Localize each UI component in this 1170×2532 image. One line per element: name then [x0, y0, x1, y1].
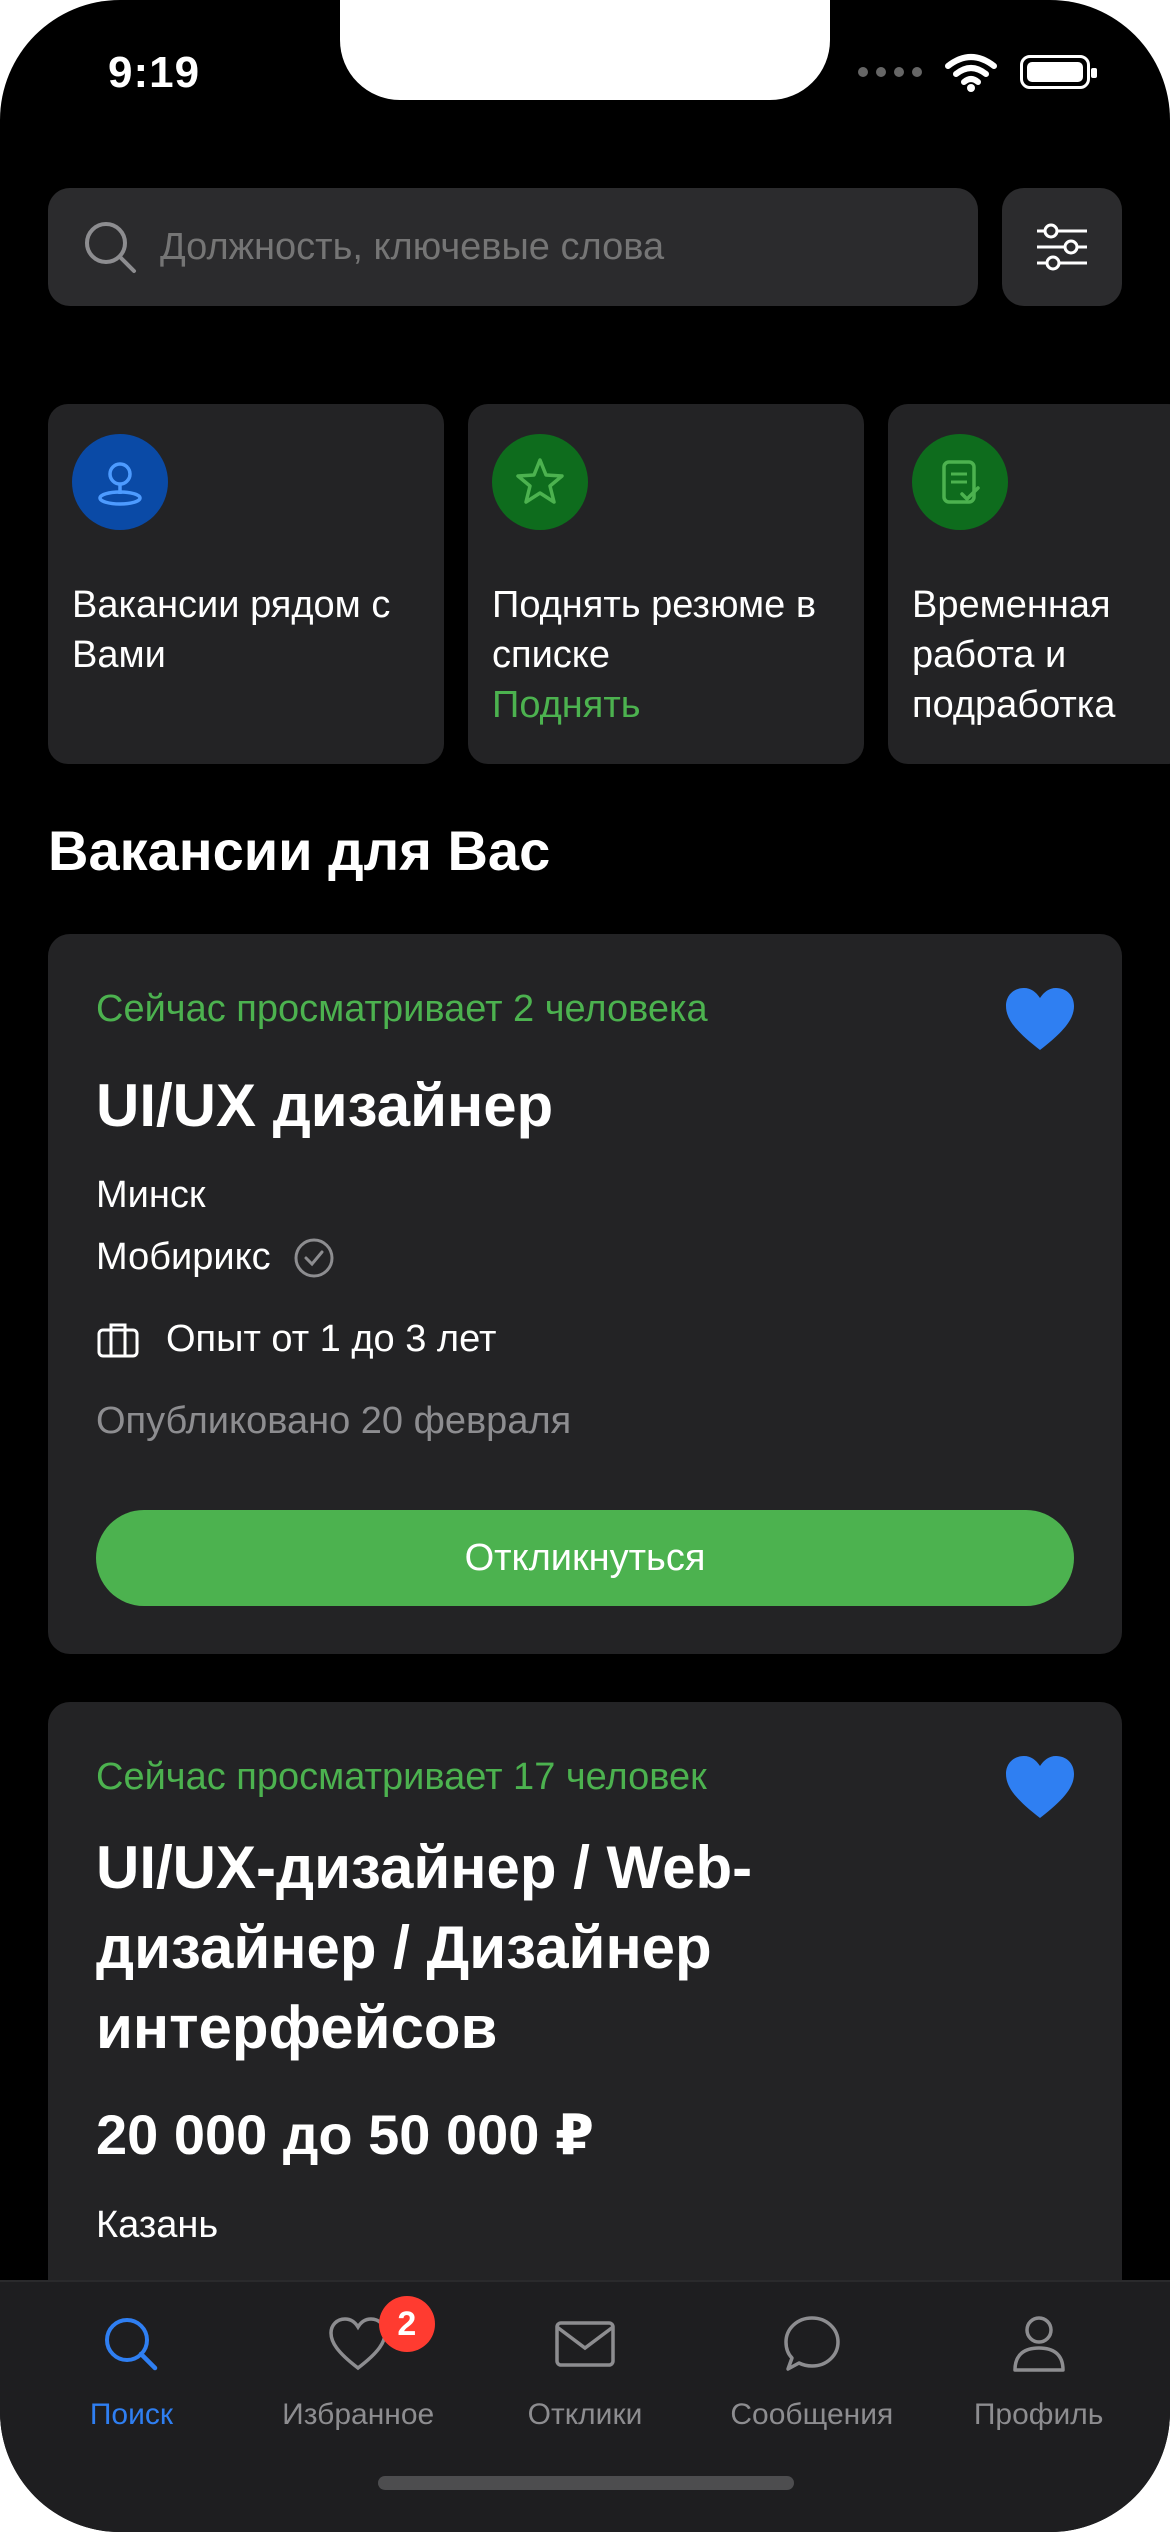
apply-button[interactable]: Откликнуться	[96, 1510, 1074, 1606]
status-indicators	[858, 52, 1097, 92]
published-date: Опубликовано 20 февраля	[96, 1400, 572, 1442]
heart-icon[interactable]	[1004, 1754, 1076, 1822]
status-time: 9:19	[108, 48, 201, 97]
tab-favorites[interactable]: 2 Избранное	[245, 2282, 472, 2462]
filter-sliders-icon	[1037, 223, 1087, 271]
star-icon	[516, 458, 564, 504]
tab-label: Поиск	[89, 2398, 173, 2431]
experience-text: Опыт от 1 до 3 лет	[166, 1318, 497, 1360]
viewers-count: Сейчас просматривает 2 человека	[96, 988, 708, 1030]
section-title: Вакансии для Вас	[48, 819, 551, 882]
tab-responses[interactable]: Отклики	[472, 2282, 699, 2462]
vacancy-title-line: UI/UX-дизайнер / Web-	[96, 1834, 753, 1901]
favorites-badge: 2	[378, 2296, 435, 2352]
chat-bubble-icon	[784, 2316, 840, 2371]
notch	[340, 0, 830, 100]
tab-label: Избранное	[282, 2398, 435, 2431]
tab-search[interactable]: Поиск	[18, 2282, 245, 2462]
vacancy-experience: Опыт от 1 до 3 лет	[96, 1318, 496, 1361]
battery-icon	[1020, 55, 1097, 89]
tab-profile[interactable]: Профиль	[925, 2282, 1152, 2462]
filter-button[interactable]	[1002, 188, 1122, 306]
company-name: Мобирикс	[96, 1236, 271, 1278]
vacancy-title: UI/UX-дизайнер / Web- дизайнер / Дизайне…	[96, 1828, 752, 2068]
document-check-icon	[942, 460, 980, 504]
home-indicator[interactable]	[378, 2476, 794, 2490]
wifi-icon	[945, 54, 997, 92]
heart-icon[interactable]	[1004, 986, 1076, 1054]
tab-messages[interactable]: Сообщения	[698, 2282, 925, 2462]
badge-document	[912, 434, 1008, 530]
signal-icon	[858, 67, 922, 77]
quick-card-title: Вакансии рядом с Вами	[72, 584, 391, 676]
quick-card-title-text: Поднять резюме в списке	[492, 584, 817, 676]
vacancy-company: Мобирикс	[96, 1236, 335, 1279]
search-icon	[105, 2318, 158, 2371]
search-bar[interactable]	[48, 188, 978, 306]
tab-bar: Поиск 2 Избранное Отклики Сообщения Проф…	[0, 2280, 1170, 2532]
quick-card-nearby[interactable]: Вакансии рядом с Вами	[48, 404, 444, 764]
vacancy-title-line: дизайнер / Дизайнер	[96, 1914, 712, 1981]
quick-card-title: Поднять резюме в списке Поднять	[492, 580, 852, 730]
quick-card-temporary[interactable]: Временная работа и подработка	[888, 404, 1170, 764]
tab-label: Сообщения	[730, 2398, 894, 2431]
vacancy-title: UI/UX дизайнер	[96, 1072, 554, 1139]
quick-card-title: Временная работа и подработка	[912, 584, 1116, 726]
viewers-count: Сейчас просматривает 17 человек	[96, 1756, 707, 1798]
vacancy-title-line: интерфейсов	[96, 1994, 498, 2061]
phone-screen: 9:19 Должность, ключевые слова Вакансии …	[0, 0, 1170, 2532]
tab-label: Профиль	[973, 2398, 1104, 2431]
quick-card-boost[interactable]: Поднять резюме в списке Поднять	[468, 404, 864, 764]
envelope-icon	[555, 2321, 615, 2367]
location-pin-icon	[98, 462, 142, 506]
vacancy-card[interactable]: Сейчас просматривает 17 человек UI/UX-ди…	[48, 1702, 1122, 2342]
vacancy-city: Казань	[96, 2204, 219, 2246]
vacancy-salary: 20 000 до 50 000 ₽	[96, 2103, 594, 2166]
briefcase-icon	[97, 1323, 139, 1357]
person-icon	[1012, 2316, 1065, 2372]
badge-star	[492, 434, 588, 530]
badge-location	[72, 434, 168, 530]
tab-label: Отклики	[527, 2398, 643, 2431]
vacancy-city: Минск	[96, 1174, 206, 1216]
vacancy-card[interactable]: Сейчас просматривает 2 человека UI/UX ди…	[48, 934, 1122, 1654]
quick-actions-row: Вакансии рядом с Вами Поднять резюме в с…	[48, 404, 1170, 764]
boost-link[interactable]: Поднять	[492, 680, 852, 730]
verified-check-icon	[294, 1238, 334, 1277]
search-input[interactable]	[160, 225, 978, 269]
search-icon	[85, 222, 136, 273]
